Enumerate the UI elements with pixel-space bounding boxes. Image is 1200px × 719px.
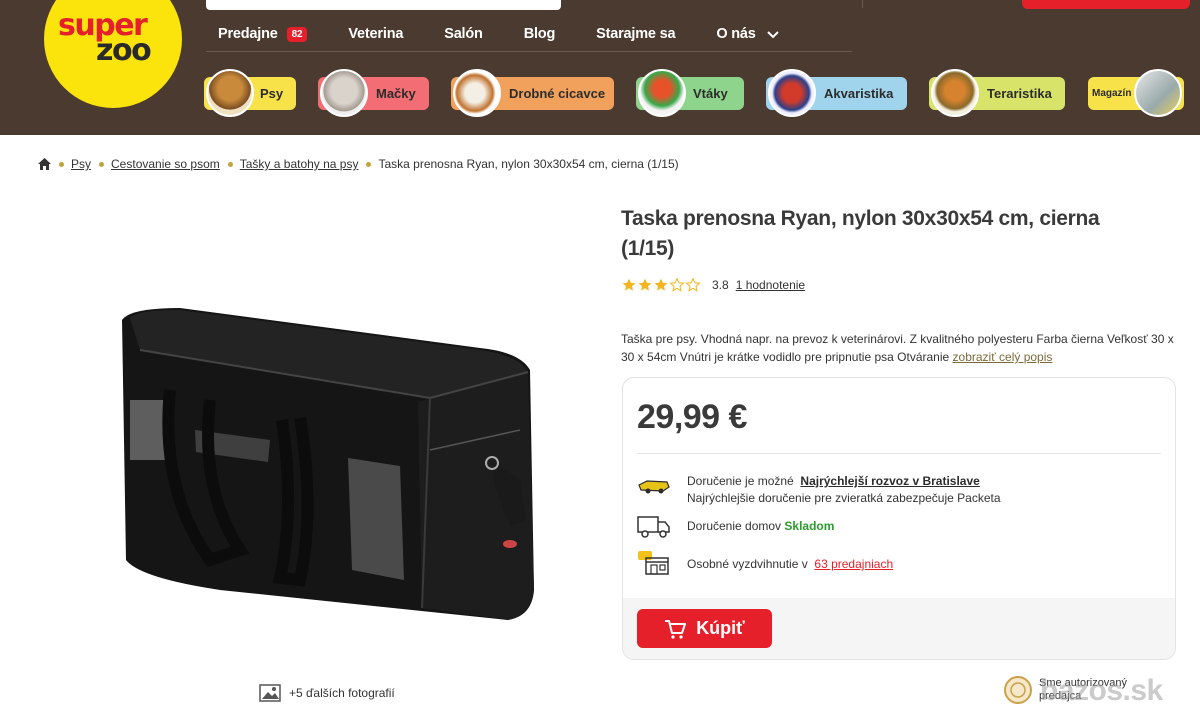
home-delivery-label: Doručenie domov bbox=[687, 519, 782, 533]
category-label: Drobné cicavce bbox=[509, 86, 606, 101]
main-nav: Predajne 82 Veterina Salón Blog Starajme… bbox=[206, 22, 821, 46]
category-teraristika[interactable]: Teraristika bbox=[929, 69, 1065, 117]
cart-button[interactable] bbox=[1022, 0, 1190, 9]
product-title: Taska prenosna Ryan, nylon 30x30x54 cm, … bbox=[621, 207, 1100, 260]
category-macky[interactable]: Mačky bbox=[318, 69, 429, 117]
breadcrumb-separator bbox=[366, 161, 372, 167]
nav-label: Predajne bbox=[218, 26, 278, 42]
rating-stars-icon bbox=[622, 278, 700, 292]
category-akvaristika[interactable]: Akvaristika bbox=[766, 69, 907, 117]
gallery-icon bbox=[259, 684, 281, 702]
nav-label: O nás bbox=[716, 26, 756, 42]
category-vtaky[interactable]: Vtáky bbox=[636, 69, 744, 117]
chevron-down-icon bbox=[766, 31, 779, 39]
category-label: Teraristika bbox=[987, 86, 1052, 101]
category-label: Magazín bbox=[1092, 88, 1132, 99]
guinea-pig-icon bbox=[453, 69, 501, 117]
breadcrumb-separator bbox=[227, 161, 233, 167]
bazos-watermark: bazos.sk bbox=[1040, 674, 1163, 707]
fast-delivery-icon bbox=[638, 480, 670, 494]
breadcrumb-separator bbox=[99, 161, 105, 167]
category-psy[interactable]: Psy bbox=[204, 69, 296, 117]
category-label: Mačky bbox=[376, 86, 416, 101]
category-label: Vtáky bbox=[693, 86, 728, 101]
more-photos-label: +5 ďalších fotografií bbox=[289, 686, 395, 700]
header-divider bbox=[862, 0, 863, 8]
superzoo-logo[interactable]: super zoo bbox=[44, 0, 182, 108]
store-pickup-icon bbox=[638, 551, 669, 575]
description-text: Taška pre psy. Vhodná napr. na prevoz k … bbox=[621, 332, 1174, 364]
purchase-box: 29,99 € Doručenie je možné Najrýchlejší … bbox=[622, 377, 1176, 660]
fastest-delivery-link[interactable]: Najrýchlejší rozvoz v Bratislave bbox=[800, 474, 979, 488]
fast-delivery-label: Doručenie je možné bbox=[687, 474, 794, 488]
nav-divider bbox=[206, 51, 852, 52]
nav-item-veterina[interactable]: Veterina bbox=[348, 26, 403, 42]
fast-delivery-subtext: Najrýchlejšie doručenie pre zvieratká za… bbox=[687, 491, 1001, 505]
buy-label: Kúpiť bbox=[696, 618, 745, 638]
seal-icon bbox=[1004, 676, 1032, 704]
buy-button[interactable]: Kúpiť bbox=[637, 609, 772, 648]
category-label: Akvaristika bbox=[824, 86, 894, 101]
search-input[interactable] bbox=[206, 0, 561, 10]
product-description: Taška pre psy. Vhodná napr. na prevoz k … bbox=[621, 330, 1176, 366]
nav-item-starajme-sa[interactable]: Starajme sa bbox=[596, 26, 675, 42]
breadcrumb-link-psy[interactable]: Psy bbox=[71, 157, 91, 171]
delivery-home-row: Doručenie domov Skladom bbox=[637, 514, 834, 540]
pickup-label: Osobné vyzdvihnutie v bbox=[687, 557, 808, 571]
cat-icon bbox=[320, 69, 368, 117]
breadcrumb-separator bbox=[59, 161, 64, 167]
product-rating: 3.8 1 hodnotenie bbox=[622, 278, 805, 292]
logo-text-zoo: zoo bbox=[96, 33, 152, 68]
delivery-fast-row: Doručenie je možné Najrýchlejší rozvoz v… bbox=[637, 473, 1001, 507]
breadcrumb-link-cestovanie[interactable]: Cestovanie so psom bbox=[111, 157, 220, 171]
breadcrumb-current: Taska prenosna Ryan, nylon 30x30x54 cm, … bbox=[378, 157, 679, 171]
magazine-icon bbox=[1134, 69, 1182, 117]
dog-icon bbox=[206, 69, 254, 117]
rating-value: 3.8 bbox=[712, 278, 729, 292]
buy-bar: Kúpiť bbox=[623, 598, 1175, 659]
box-divider bbox=[637, 453, 1161, 454]
breadcrumb-link-tasky[interactable]: Tašky a batohy na psy bbox=[240, 157, 359, 171]
site-header: super zoo Predajne 82 Veterina Salón Blo… bbox=[0, 0, 1200, 135]
nav-item-predajne[interactable]: Predajne 82 bbox=[218, 26, 308, 42]
home-icon[interactable] bbox=[38, 158, 51, 170]
nav-item-blog[interactable]: Blog bbox=[524, 26, 556, 42]
nav-item-o-nas[interactable]: O nás bbox=[716, 26, 779, 42]
pickup-row: Osobné vyzdvihnutie v 63 predajniach bbox=[637, 550, 893, 576]
category-drobne-cicavce[interactable]: Drobné cicavce bbox=[451, 69, 614, 117]
nav-item-salon[interactable]: Salón bbox=[444, 26, 483, 42]
product-price: 29,99 € bbox=[637, 398, 747, 436]
rating-count-link[interactable]: 1 hodnotenie bbox=[736, 278, 805, 292]
lizard-icon bbox=[931, 69, 979, 117]
cart-icon bbox=[665, 619, 687, 639]
more-photos-link[interactable]: +5 ďalších fotografií bbox=[259, 684, 395, 702]
stores-count-badge: 82 bbox=[286, 26, 308, 42]
pickup-stores-link[interactable]: 63 predajniach bbox=[814, 557, 893, 571]
category-magazin[interactable]: Magazín bbox=[1088, 69, 1184, 117]
product-image[interactable] bbox=[100, 290, 550, 630]
fish-icon bbox=[768, 69, 816, 117]
stock-status: Skladom bbox=[784, 519, 835, 533]
bird-icon bbox=[638, 69, 686, 117]
breadcrumb: Psy Cestovanie so psom Tašky a batohy na… bbox=[38, 157, 679, 171]
show-full-description-link[interactable]: zobraziť celý popis bbox=[953, 350, 1053, 364]
truck-icon bbox=[637, 516, 670, 538]
category-label: Psy bbox=[260, 86, 284, 101]
